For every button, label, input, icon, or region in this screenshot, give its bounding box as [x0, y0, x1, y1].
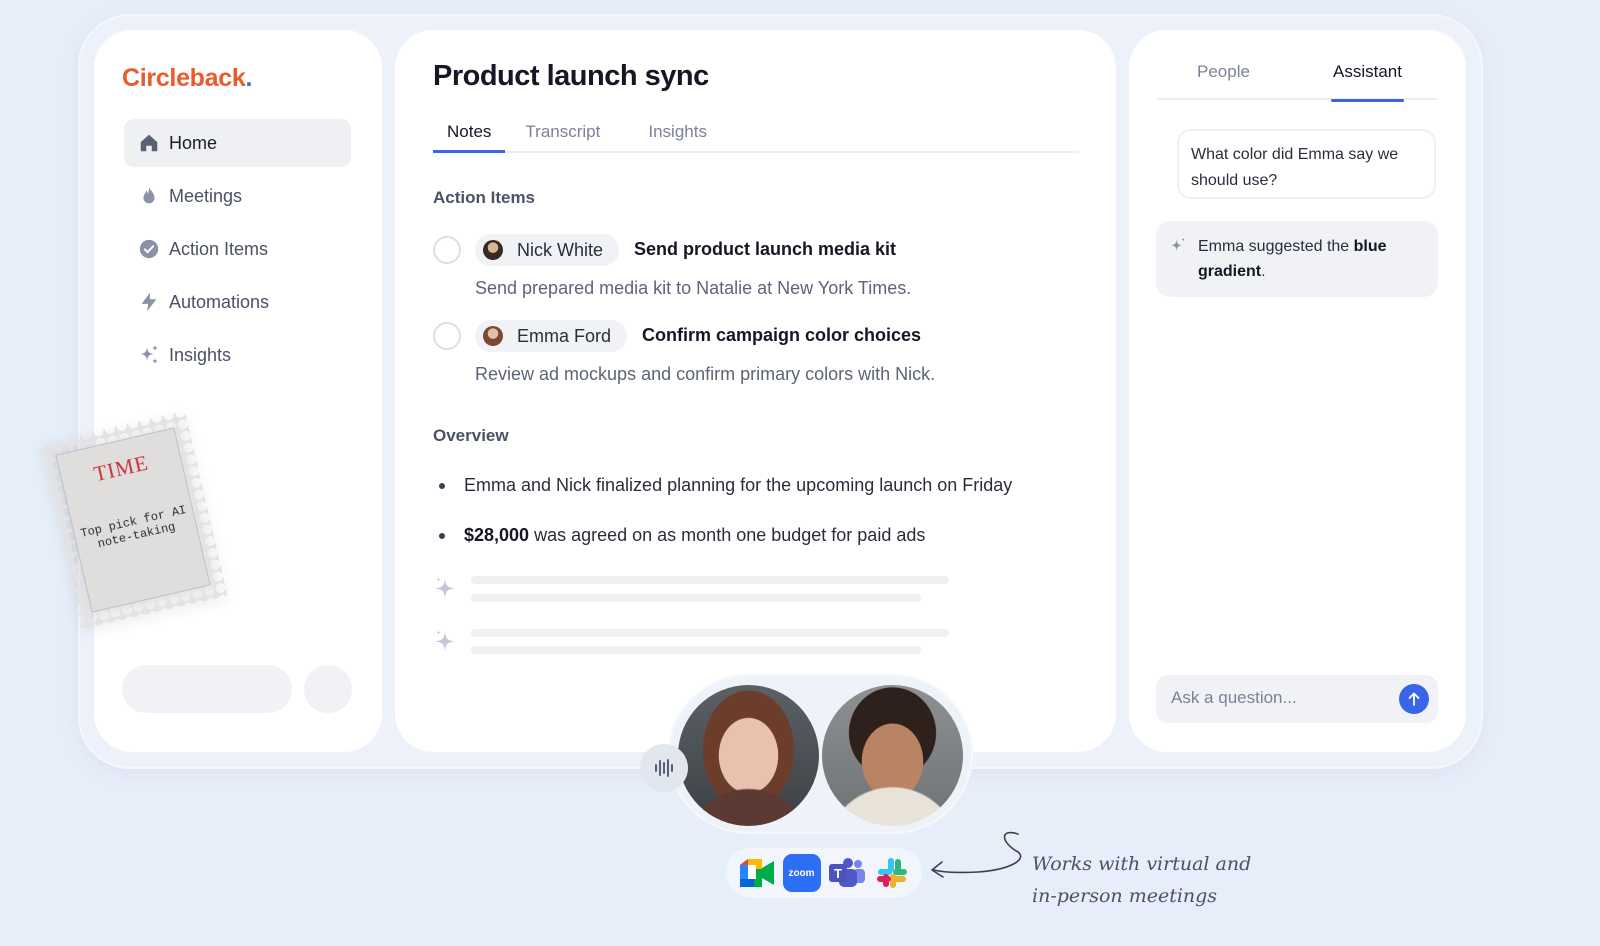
flame-icon	[136, 183, 162, 209]
bullet-dot	[439, 532, 445, 539]
page-title: Product launch sync	[433, 60, 709, 92]
skeleton-line	[471, 646, 921, 654]
skeleton-line	[471, 594, 921, 602]
account-placeholder-avatar[interactable]	[304, 665, 352, 713]
assistant-panel: People Assistant What color did Emma say…	[1129, 30, 1466, 752]
sidebar-item-label: Insights	[169, 344, 232, 365]
bullet-dot	[439, 482, 445, 489]
tab-insights[interactable]: Insights	[634, 116, 721, 153]
check-circle-icon	[136, 236, 162, 262]
ask-placeholder: Ask a question...	[1171, 688, 1297, 707]
curved-arrow-icon	[931, 831, 1022, 878]
google-meet-icon	[738, 854, 776, 892]
teams-icon: T	[828, 854, 866, 892]
account-placeholder-pill[interactable]	[122, 665, 292, 713]
participant-video-emma[interactable]	[678, 685, 819, 826]
ask-question-input[interactable]: Ask a question...	[1156, 675, 1438, 723]
sidebar-item-automations[interactable]: Automations	[124, 278, 351, 326]
sidebar-item-label: Action Items	[169, 238, 269, 259]
assignee-name: Nick White	[517, 239, 604, 260]
skeleton-line	[471, 576, 949, 584]
assistant-answer-bubble: Emma suggested the blue gradient.	[1156, 221, 1438, 297]
sidebar-nav: Home Meetings Action Items Automations I…	[124, 119, 351, 384]
action-item-description: Send prepared media kit to Natalie at Ne…	[475, 278, 912, 298]
slack-icon	[873, 854, 911, 892]
avatar	[483, 240, 503, 260]
tab-assistant[interactable]: Assistant	[1331, 62, 1404, 102]
sidebar-item-action-items[interactable]: Action Items	[124, 225, 351, 273]
action-item-title[interactable]: Confirm campaign color choices	[642, 325, 921, 346]
sparkle-icon	[435, 577, 455, 599]
action-item-description: Review ad mockups and confirm primary co…	[475, 364, 936, 384]
svg-text:T: T	[834, 866, 842, 881]
budget-amount: $28,000	[464, 525, 530, 545]
assistant-tabs: People Assistant	[1157, 62, 1437, 102]
avatar	[483, 326, 503, 346]
sidebar-item-label: Automations	[169, 291, 270, 312]
tab-notes[interactable]: Notes	[433, 116, 506, 153]
sidebar-item-label: Home	[169, 132, 218, 153]
sidebar: Circleback. Home Meetings Action Items A…	[94, 30, 382, 752]
tab-people[interactable]: People	[1197, 62, 1250, 82]
user-question-bubble: What color did Emma say we should use?	[1177, 129, 1436, 199]
send-button[interactable]	[1399, 684, 1429, 714]
arrow-up-icon	[1408, 692, 1420, 706]
audio-waveform-icon[interactable]	[640, 744, 688, 792]
integrations-note: Works with virtual and in-person meeting…	[1032, 853, 1252, 907]
overview-heading: Overview	[433, 426, 509, 445]
video-call-bubble	[668, 674, 973, 834]
overview-bullet: Emma and Nick finalized planning for the…	[439, 475, 1012, 496]
notes-tabs: Notes Transcript Insights	[433, 116, 1079, 153]
assignee-name: Emma Ford	[517, 325, 612, 346]
assignee-chip[interactable]: Nick White	[475, 234, 620, 266]
participant-video-nick[interactable]	[822, 685, 963, 826]
skeleton-line	[471, 629, 949, 637]
sidebar-item-home[interactable]: Home	[124, 119, 351, 167]
action-item-title[interactable]: Send product launch media kit	[634, 239, 896, 260]
zoom-icon: zoom	[782, 854, 821, 892]
meeting-notes-panel: Product launch sync Notes Transcript Ins…	[395, 30, 1116, 752]
overview-bullet: $28,000 was agreed on as month one budge…	[439, 525, 925, 546]
sidebar-item-label: Meetings	[169, 185, 243, 206]
sparkle-icon	[435, 630, 455, 652]
action-items-heading: Action Items	[433, 188, 536, 207]
home-icon	[136, 130, 162, 156]
tab-transcript[interactable]: Transcript	[511, 116, 614, 153]
action-item-checkbox[interactable]	[433, 322, 461, 350]
sparkles-icon	[136, 342, 162, 368]
lightning-icon	[136, 289, 162, 315]
sidebar-item-meetings[interactable]: Meetings	[124, 172, 351, 220]
action-item-checkbox[interactable]	[433, 236, 461, 264]
integration-apps: zoom T	[726, 848, 922, 898]
brand-logo[interactable]: Circleback.	[122, 64, 252, 93]
assignee-chip[interactable]: Emma Ford	[475, 320, 628, 352]
sidebar-item-insights[interactable]: Insights	[124, 331, 351, 379]
sparkle-icon	[1170, 237, 1186, 252]
